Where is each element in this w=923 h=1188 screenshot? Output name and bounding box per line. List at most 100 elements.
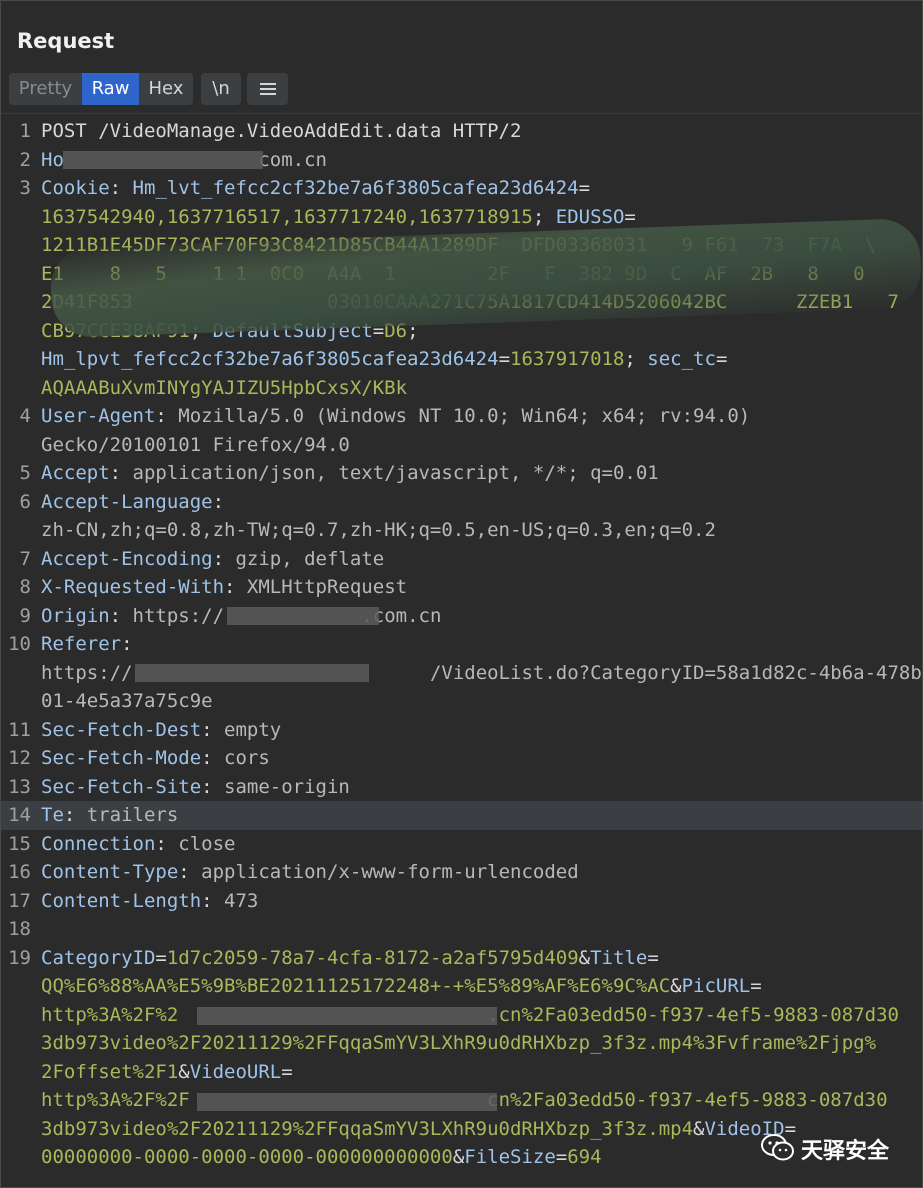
code-line[interactable]: QQ%E6%88%AA%E5%9B%BE20211125172248+-+%E5… (1, 972, 922, 1001)
line-number (1, 317, 31, 346)
hamburger-menu-icon (260, 83, 276, 95)
code-line[interactable]: 15 Connection: close (1, 830, 922, 859)
code-line[interactable]: 3db973video%2F20211129%2FFqqaSmYV3LXhR9u… (1, 1029, 922, 1058)
line-number: 11 (8, 718, 31, 741)
redaction-mask (197, 1093, 497, 1111)
line-text: Accept: application/json, text/javascrip… (41, 462, 659, 484)
line-number (1, 374, 31, 403)
line-text: zh-CN,zh;q=0.8,zh-TW;q=0.7,zh-HK;q=0.5,e… (41, 519, 716, 541)
line-number (1, 1143, 31, 1172)
line-number (1, 431, 31, 460)
line-text: Content-Length: 473 (41, 889, 259, 912)
redaction-mask (135, 664, 369, 682)
code-line[interactable]: 10 Referer: (1, 630, 922, 659)
line-text: Accept-Language: (41, 490, 225, 513)
code-line[interactable]: 5 Accept: application/json, text/javascri… (1, 459, 922, 488)
line-number: 15 (8, 832, 31, 855)
code-line[interactable]: 12 Sec-Fetch-Mode: cors (1, 744, 922, 773)
line-number (1, 203, 31, 232)
line-text: 2Foffset%2F1&VideoURL= (41, 1060, 293, 1083)
code-line[interactable]: 01-4e5a37a75c9e (1, 687, 922, 716)
line-number (1, 1086, 31, 1115)
code-line[interactable]: Gecko/20100101 Firefox/94.0 (1, 431, 922, 460)
line-number: 12 (8, 747, 31, 769)
newline-toggle-button[interactable]: \n (201, 73, 241, 105)
line-text: Connection: close (41, 832, 236, 855)
tab-raw[interactable]: Raw (82, 73, 139, 105)
line-number (1, 687, 31, 716)
line-text: AQAAABuXvmINYgYAJIZU5HpbCxsX/KBk (41, 376, 408, 399)
toolbar-divider (1, 113, 922, 114)
code-line[interactable]: 8 X-Requested-With: XMLHttpRequest (1, 573, 922, 602)
code-line[interactable]: 16 Content-Type: application/x-www-form-u… (1, 858, 922, 887)
line-number (1, 260, 31, 289)
line-text: QQ%E6%88%AA%E5%9B%BE20211125172248+-+%E5… (41, 975, 762, 997)
code-line[interactable]: zh-CN,zh;q=0.8,zh-TW;q=0.7,zh-HK;q=0.5,e… (1, 516, 922, 545)
line-text: 1637542940,1637716517,1637717240,1637718… (41, 205, 636, 228)
line-text: Cookie: Hm_lvt_fefcc2cf32be7a6f3805cafea… (41, 177, 591, 199)
line-number (1, 516, 31, 545)
code-line[interactable]: 19 CategoryID=1d7c2059-78a7-4cfa-8172-a2a… (1, 944, 922, 973)
redaction-mask (197, 1007, 497, 1025)
line-number (1, 1029, 31, 1058)
line-text: 3db973video%2F20211129%2FFqqaSmYV3LXhR9u… (41, 1032, 877, 1054)
line-text: Sec-Fetch-Site: same-origin (41, 775, 350, 798)
line-text: 01-4e5a37a75c9e (41, 690, 213, 712)
panel-title: Request (17, 29, 115, 53)
line-number: 2 (19, 148, 31, 171)
code-line[interactable]: 7 Accept-Encoding: gzip, deflate (1, 545, 922, 574)
line-text: Sec-Fetch-Dest: empty (41, 718, 282, 741)
code-line[interactable]: 14 Te: trailers (1, 801, 922, 830)
request-panel: Request Pretty Raw Hex \n 1 POST /VideoMa… (0, 0, 923, 1188)
code-line[interactable]: Hm_lpvt_fefcc2cf32be7a6f3805cafea23d6424… (1, 345, 922, 374)
line-number (1, 972, 31, 1001)
line-text: Hm_lpvt_fefcc2cf32be7a6f3805cafea23d6424… (41, 348, 728, 370)
line-number: 8 (19, 576, 31, 598)
line-number (1, 231, 31, 260)
code-line[interactable]: 1 POST /VideoManage.VideoAddEdit.data HTT… (1, 117, 922, 146)
code-line[interactable]: 9 Origin: https:// .com.cn (1, 602, 922, 631)
line-text: POST /VideoManage.VideoAddEdit.data HTTP… (41, 120, 522, 142)
line-number: 9 (19, 604, 31, 627)
line-number: 10 (8, 633, 31, 655)
redaction-mask (63, 151, 263, 169)
tab-hex[interactable]: Hex (139, 73, 193, 105)
line-number (1, 288, 31, 317)
code-line[interactable]: 3 Cookie: Hm_lvt_fefcc2cf32be7a6f3805cafe… (1, 174, 922, 203)
code-line[interactable]: 17 Content-Length: 473 (1, 887, 922, 916)
line-number: 6 (19, 490, 31, 513)
line-number: 14 (8, 804, 31, 826)
wechat-icon (761, 1134, 794, 1161)
line-number: 3 (19, 177, 31, 199)
line-number: 5 (19, 462, 31, 484)
line-text: 3db973video%2F20211129%2FFqqaSmYV3LXhR9u… (41, 1117, 797, 1140)
line-text: CategoryID=1d7c2059-78a7-4cfa-8172-a2af5… (41, 946, 659, 969)
line-text: Te: trailers (41, 804, 179, 826)
code-line[interactable]: AQAAABuXvmINYgYAJIZU5HpbCxsX/KBk (1, 374, 922, 403)
line-number: 16 (8, 861, 31, 883)
line-number: 17 (8, 889, 31, 912)
code-line[interactable]: 4 User-Agent: Mozilla/5.0 (Windows NT 10.… (1, 402, 922, 431)
line-number: 7 (19, 547, 31, 570)
watermark-text: 天驿安全 (801, 1139, 890, 1164)
line-number: 1 (19, 120, 31, 142)
redaction-mask (227, 607, 379, 625)
tab-pretty[interactable]: Pretty (9, 73, 82, 105)
line-text: Gecko/20100101 Firefox/94.0 (41, 433, 350, 456)
line-number (1, 345, 31, 374)
line-number (1, 659, 31, 688)
code-line[interactable]: 18 (1, 915, 922, 944)
code-line[interactable]: 6 Accept-Language: (1, 488, 922, 517)
line-number: 4 (19, 405, 31, 427)
line-text: Sec-Fetch-Mode: cors (41, 747, 270, 769)
code-line[interactable]: 11 Sec-Fetch-Dest: empty (1, 716, 922, 745)
code-line[interactable]: 2Foffset%2F1&VideoURL= (1, 1058, 922, 1087)
line-text: X-Requested-With: XMLHttpRequest (41, 576, 408, 598)
line-text: User-Agent: Mozilla/5.0 (Windows NT 10.0… (41, 405, 751, 427)
line-text: Accept-Encoding: gzip, deflate (41, 547, 385, 570)
menu-button[interactable] (247, 73, 288, 105)
line-number (1, 1115, 31, 1144)
line-number: 18 (8, 918, 31, 940)
code-line[interactable]: 13 Sec-Fetch-Site: same-origin (1, 773, 922, 802)
line-text: 00000000-0000-0000-0000-000000000000&Fil… (41, 1146, 602, 1168)
